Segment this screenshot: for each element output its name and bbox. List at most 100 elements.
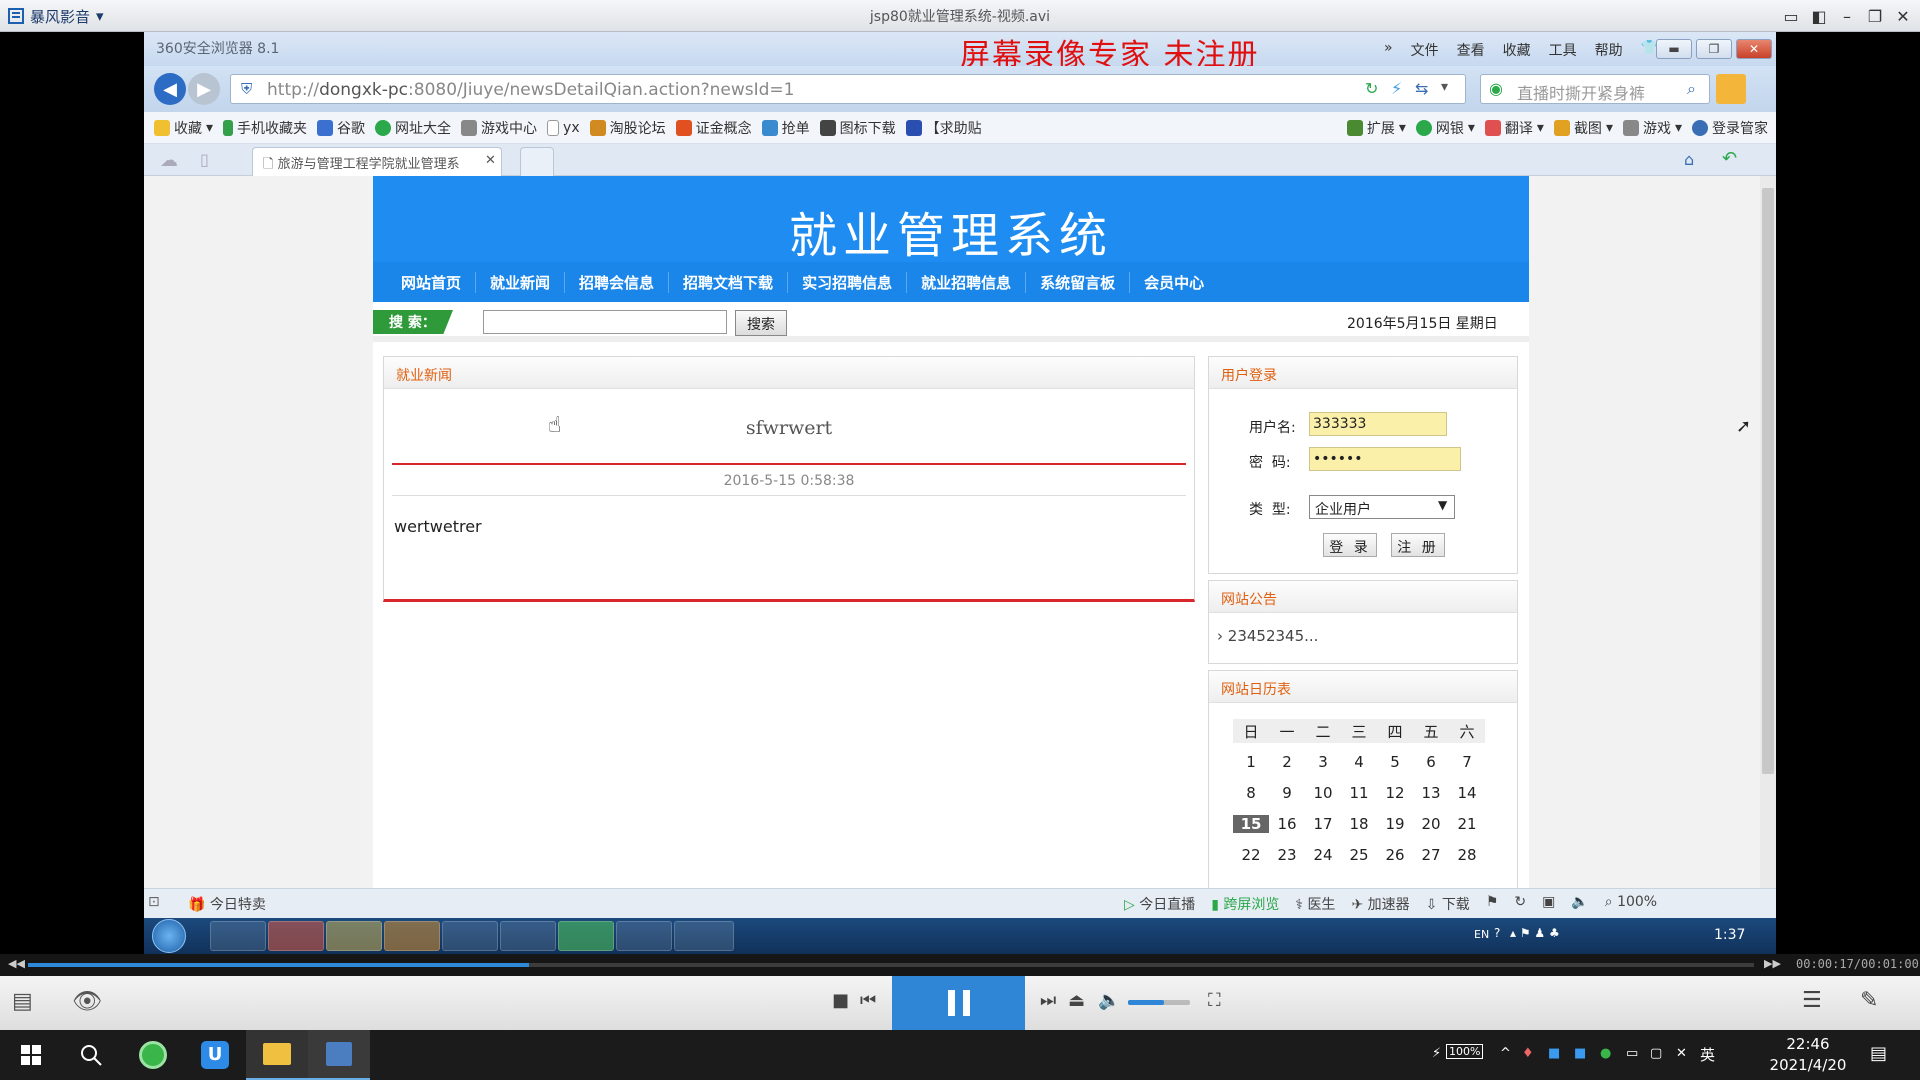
calendar-day[interactable]: 27 (1413, 846, 1449, 864)
search-engine-icon[interactable]: ◉ (1489, 79, 1503, 98)
forward-arrow-icon[interactable]: ▶ (188, 73, 220, 105)
nav-internship[interactable]: 实习招聘信息 (788, 271, 908, 293)
show-hidden-icons[interactable]: ^ (1500, 1046, 1511, 1061)
login-manager-button[interactable]: 登录管家 (1692, 118, 1768, 138)
volume-slider[interactable] (1128, 1000, 1190, 1005)
calendar-day[interactable]: 23 (1269, 846, 1305, 864)
help-icon[interactable]: ? (1494, 926, 1500, 940)
nav-doc-download[interactable]: 招聘文档下载 (669, 271, 789, 293)
sidebar-icon[interactable]: ▯ (200, 150, 209, 169)
fav-item[interactable]: 游戏中心 (461, 118, 537, 138)
eye-icon[interactable]: 👁 (72, 987, 102, 1015)
volume-icon[interactable]: 🔈 (1098, 990, 1120, 1011)
browser-minimize-button[interactable]: ▬ (1656, 39, 1692, 59)
eject-icon[interactable]: ⏏ (1068, 990, 1085, 1011)
fav-item[interactable]: 收藏 ▾ (154, 118, 213, 138)
minimize-button[interactable]: – (1836, 5, 1858, 27)
next-icon[interactable]: ⏭ (1040, 990, 1056, 1011)
taskbar-app-tool[interactable] (674, 921, 734, 951)
tab-active[interactable]: 🗋 旅游与管理工程学院就业管理系 ✕ (252, 147, 502, 176)
skin-icon[interactable]: ◧ (1808, 5, 1830, 27)
calendar-day[interactable]: 22 (1233, 846, 1269, 864)
taskbar-app-folder[interactable] (326, 921, 382, 951)
fav-item[interactable]: 图标下载 (819, 118, 896, 138)
windows-start-button[interactable] (0, 1030, 62, 1080)
fav-item[interactable]: 抢单 (761, 118, 810, 138)
settings-icon[interactable]: ✎ (1860, 988, 1878, 1013)
cross-screen-button[interactable]: ▮ 跨屏浏览 (1211, 894, 1279, 914)
calendar-day[interactable]: 9 (1269, 784, 1305, 802)
compat-mode-icon[interactable]: ⇆ (1415, 79, 1428, 98)
register-button[interactable]: 注 册 (1391, 533, 1445, 557)
taskbar-app-qq[interactable] (616, 921, 672, 951)
rewind-icon[interactable]: ◀◀ (8, 957, 25, 970)
charging-icon[interactable]: ⚡ (1432, 1046, 1441, 1061)
refresh-icon[interactable]: ↻ (1365, 79, 1378, 98)
nav-news[interactable]: 就业新闻 (476, 271, 566, 293)
calendar-day[interactable]: 14 (1449, 784, 1485, 802)
login-button[interactable]: 登 录 (1323, 533, 1377, 557)
scrollbar-thumb[interactable] (1762, 188, 1774, 774)
chevron-down-icon[interactable]: ▾ (1441, 79, 1448, 95)
calendar-day[interactable]: 21 (1449, 815, 1485, 833)
vertical-scrollbar[interactable] (1760, 176, 1776, 888)
calendar-day[interactable]: 3 (1305, 753, 1341, 771)
start-orb-icon[interactable] (152, 919, 186, 953)
browser-restore-button[interactable]: ❐ (1696, 39, 1732, 59)
home-icon[interactable]: ⌂ (1684, 150, 1694, 169)
speaker-icon[interactable]: 🔈 (1571, 894, 1588, 914)
menu-help[interactable]: 帮助 (1595, 40, 1623, 60)
seek-bar[interactable] (28, 963, 1754, 967)
system-clock[interactable]: 22:46 2021/4/20 (1768, 1034, 1848, 1076)
toolbox-icon[interactable]: ▤ (12, 989, 33, 1014)
new-tab-button[interactable] (520, 147, 554, 176)
close-tab-icon[interactable]: ✕ (485, 153, 496, 168)
browser-close-button[interactable]: ✕ (1736, 39, 1772, 59)
menu-view[interactable]: 查看 (1457, 40, 1485, 60)
calendar-day[interactable]: 5 (1377, 753, 1413, 771)
fav-item[interactable]: 网址大全 (375, 118, 451, 138)
notification-icon[interactable]: ▤ (1870, 1043, 1887, 1064)
extensions-button[interactable]: 扩展 ▾ (1346, 118, 1406, 138)
nav-guestbook[interactable]: 系统留言板 (1026, 271, 1131, 293)
calendar-day[interactable]: 26 (1377, 846, 1413, 864)
battery-indicator[interactable]: 100% (1446, 1044, 1484, 1059)
menu-file[interactable]: 文件 (1411, 40, 1439, 60)
taskbar-app-ie[interactable] (442, 921, 498, 951)
tray-app-icon[interactable]: ■ (1548, 1046, 1560, 1061)
games-button[interactable]: 游戏 ▾ (1622, 118, 1682, 138)
wechat-icon[interactable]: ● (1600, 1046, 1611, 1061)
doctor-button[interactable]: ⚕ 医生 (1295, 894, 1335, 914)
close-button[interactable]: ✕ (1892, 5, 1914, 27)
menu-favorites[interactable]: 收藏 (1503, 40, 1531, 60)
stop-icon[interactable]: ■ (832, 990, 849, 1011)
search-icon[interactable] (60, 1030, 122, 1080)
taskbar-app-document[interactable] (210, 921, 266, 951)
browser-search-field[interactable]: ◉ 直播时撕开紧身裤 ⌕ (1480, 74, 1710, 104)
calendar-day[interactable]: 28 (1449, 846, 1485, 864)
calendar-day[interactable]: 1 (1233, 753, 1269, 771)
calendar-day[interactable]: 20 (1413, 815, 1449, 833)
taskbar-file-explorer[interactable] (246, 1030, 308, 1080)
fast-forward-icon[interactable]: ▶▶ (1764, 957, 1781, 970)
playlist-icon[interactable]: ☰ (1802, 988, 1822, 1013)
taskbar-app-360-browser[interactable] (558, 921, 614, 951)
calendar-day[interactable]: 11 (1341, 784, 1377, 802)
username-field[interactable]: 333333 (1309, 412, 1447, 436)
zoom-button[interactable]: ⌕ 100% (1605, 894, 1657, 914)
taskbar-app-eclipse[interactable] (500, 921, 556, 951)
fullscreen-icon[interactable]: ⛶ (1208, 990, 1221, 1011)
taskbar-app-u[interactable]: U (184, 1030, 246, 1080)
screenshot-button[interactable]: 截图 ▾ (1553, 118, 1613, 138)
calendar-day[interactable]: 2 (1269, 753, 1305, 771)
site-search-button[interactable]: 搜索 (735, 310, 787, 336)
search-icon[interactable]: ⌕ (1687, 79, 1696, 99)
double-chevron-icon[interactable]: » (1384, 40, 1393, 60)
fav-item[interactable]: 淘股论坛 (589, 118, 666, 138)
back-arrow-icon[interactable]: ◀ (154, 73, 186, 105)
nav-recruitment[interactable]: 就业招聘信息 (907, 271, 1027, 293)
taskbar-video-player[interactable] (308, 1030, 370, 1080)
calendar-day[interactable]: 24 (1305, 846, 1341, 864)
calendar-day[interactable]: 4 (1341, 753, 1377, 771)
calendar-day[interactable]: 13 (1413, 784, 1449, 802)
